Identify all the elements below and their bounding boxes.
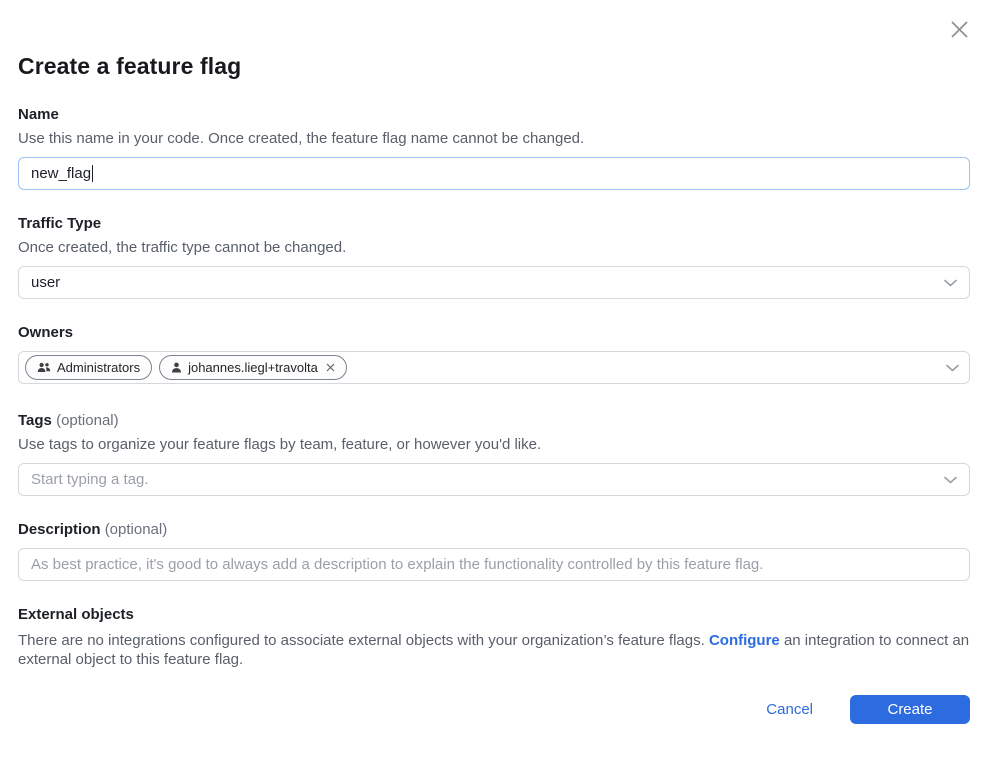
- tags-description: Use tags to organize your feature flags …: [18, 436, 970, 453]
- create-feature-flag-dialog: Create a feature flag Name Use this name…: [0, 0, 988, 763]
- name-input-value: new_flag: [31, 165, 91, 182]
- name-label: Name: [18, 106, 970, 123]
- owner-chip-label: johannes.liegl+travolta: [188, 360, 318, 375]
- chevron-down-icon: [944, 476, 957, 484]
- chevron-down-icon: [944, 279, 957, 287]
- dialog-footer: Cancel Create: [766, 695, 970, 724]
- group-icon: [37, 362, 51, 373]
- traffic-type-field-group: Traffic Type Once created, the traffic t…: [18, 215, 970, 299]
- configure-link[interactable]: Configure: [709, 632, 780, 649]
- description-input[interactable]: [18, 548, 970, 581]
- description-label: Description: [18, 521, 101, 538]
- name-description: Use this name in your code. Once created…: [18, 130, 970, 147]
- external-objects-label: External objects: [18, 606, 970, 623]
- cancel-button[interactable]: Cancel: [766, 701, 813, 718]
- text-cursor: [92, 165, 93, 182]
- external-objects-text-before: There are no integrations configured to …: [18, 632, 709, 649]
- description-field-group: Description (optional): [18, 521, 970, 581]
- name-input[interactable]: new_flag: [18, 157, 970, 190]
- traffic-type-description: Once created, the traffic type cannot be…: [18, 239, 970, 256]
- traffic-type-label: Traffic Type: [18, 215, 970, 232]
- tags-placeholder: Start typing a tag.: [31, 471, 149, 488]
- owner-chip-administrators[interactable]: Administrators: [25, 355, 152, 380]
- owners-select[interactable]: Administrators johannes.liegl+travolta: [18, 351, 970, 384]
- create-button[interactable]: Create: [850, 695, 970, 724]
- person-icon: [171, 362, 182, 373]
- tags-label: Tags: [18, 412, 52, 429]
- tags-field-group: Tags (optional) Use tags to organize you…: [18, 412, 970, 496]
- traffic-type-select[interactable]: user: [18, 266, 970, 299]
- page-title: Create a feature flag: [18, 0, 970, 80]
- chevron-down-icon: [946, 364, 959, 372]
- owners-label: Owners: [18, 324, 970, 341]
- tags-input[interactable]: Start typing a tag.: [18, 463, 970, 496]
- name-field-group: Name Use this name in your code. Once cr…: [18, 106, 970, 190]
- external-objects-text: There are no integrations configured to …: [18, 632, 970, 670]
- close-button[interactable]: [946, 16, 972, 42]
- traffic-type-value: user: [31, 274, 60, 291]
- remove-owner-icon[interactable]: [326, 363, 335, 372]
- owner-chip-user[interactable]: johannes.liegl+travolta: [159, 355, 347, 380]
- external-objects-section: External objects There are no integratio…: [18, 606, 970, 670]
- owners-field-group: Owners Administrators: [18, 324, 970, 384]
- close-icon: [949, 19, 970, 40]
- owner-chip-label: Administrators: [57, 360, 140, 375]
- tags-optional-suffix: (optional): [56, 412, 119, 429]
- description-optional-suffix: (optional): [105, 521, 168, 538]
